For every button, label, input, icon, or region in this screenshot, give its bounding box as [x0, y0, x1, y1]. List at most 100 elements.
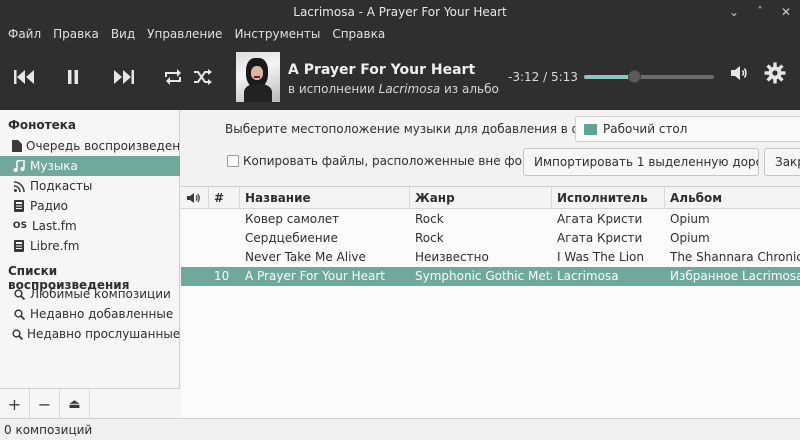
cell-artist: I Was The Lion	[557, 250, 644, 264]
next-icon	[114, 70, 134, 84]
menu-control[interactable]: Управление	[147, 27, 222, 41]
copy-files-label: Копировать файлы, расположенные вне фоно…	[243, 154, 567, 168]
sidebar-item-favorites[interactable]: Любимые композиции	[0, 284, 180, 304]
now-playing-subtitle: в исполнении Lacrimosa из альбома ...	[288, 82, 500, 96]
cell-artist: Lacrimosa	[557, 269, 619, 283]
volume-icon	[731, 66, 747, 80]
table-row[interactable]: Сердцебиение Rock Агата Кристи Opium	[181, 229, 800, 248]
menu-file[interactable]: Файл	[8, 27, 41, 41]
folder-chooser-value: Рабочий стол	[603, 122, 688, 136]
cell-album: The Shannara Chronicles	[670, 250, 800, 264]
cell-title: Сердцебиение	[245, 231, 338, 245]
sidebar-item-recently-played[interactable]: Недавно прослушанные	[0, 324, 180, 344]
sidebar-item-recently-added[interactable]: Недавно добавленные	[0, 304, 180, 324]
cell-album: Opium	[670, 231, 710, 245]
sidebar-item-lastfm[interactable]: OS Last.fm	[0, 216, 180, 236]
next-track-button[interactable]	[110, 64, 136, 90]
copy-files-checkbox[interactable]: Копировать файлы, расположенные вне фоно…	[227, 154, 567, 168]
sidebar-item-librefm[interactable]: Libre.fm	[0, 236, 180, 256]
close-icon[interactable]: ✕	[780, 0, 792, 24]
remove-playlist-button[interactable]: −	[30, 389, 60, 419]
repeat-button[interactable]	[160, 64, 186, 90]
add-playlist-button[interactable]: +	[0, 389, 30, 419]
search-icon	[12, 287, 26, 301]
cell-number: 10	[214, 269, 230, 283]
sidebar-item-label: Подкасты	[30, 179, 93, 193]
search-icon	[12, 307, 26, 321]
cell-genre: Rock	[415, 231, 444, 245]
player-toolbar: A Prayer For Your Heart в исполнении Lac…	[0, 44, 800, 110]
cell-genre: Rock	[415, 212, 444, 226]
repeat-icon	[165, 69, 181, 85]
previous-icon	[14, 70, 34, 84]
pause-button[interactable]	[60, 64, 86, 90]
maximize-icon[interactable]: ˆ	[754, 0, 766, 24]
folder-icon	[584, 123, 597, 135]
menubar: Файл Правка Вид Управление Инструменты С…	[0, 24, 800, 44]
table-row-selected[interactable]: 10 A Prayer For Your Heart Symphonic Got…	[181, 267, 800, 286]
cell-album: Избранное Lacrimosa	[670, 269, 800, 283]
sidebar-item-label: Очередь воспроизведения	[26, 139, 196, 153]
sidebar-item-music[interactable]: Музыка	[0, 156, 180, 176]
folder-chooser[interactable]: Рабочий стол	[575, 116, 800, 142]
by-prefix: в исполнении	[288, 82, 379, 96]
sidebar-item-radio[interactable]: Радио	[0, 196, 180, 216]
sidebar-actions: + − ⏏	[0, 388, 180, 419]
track-table: # Название Жанр Исполнитель Альбом Ковер…	[181, 186, 800, 418]
column-header-artist[interactable]: Исполнитель	[552, 187, 665, 209]
seek-slider[interactable]	[584, 70, 714, 83]
import-button[interactable]: Импортировать 1 выделенную дорожку	[523, 148, 759, 176]
menu-help[interactable]: Справка	[332, 27, 385, 41]
now-playing-artist: Lacrimosa	[378, 82, 441, 96]
search-icon	[12, 327, 23, 341]
table-header: # Название Жанр Исполнитель Альбом	[181, 187, 800, 209]
table-row[interactable]: Ковер самолет Rock Агата Кристи Opium	[181, 210, 800, 229]
menu-view[interactable]: Вид	[111, 27, 135, 41]
sidebar-item-label: Любимые композиции	[30, 287, 171, 301]
window-titlebar: Lacrimosa - A Prayer For Your Heart ⌄ ˆ …	[0, 0, 800, 24]
settings-button[interactable]	[764, 62, 786, 87]
minimize-icon[interactable]: ⌄	[728, 0, 740, 24]
cell-number	[209, 210, 240, 229]
cell-artist: Агата Кристи	[557, 231, 643, 245]
cell-number	[209, 248, 240, 267]
sidebar-item-label: Музыка	[30, 159, 78, 173]
sidebar-item-queue[interactable]: Очередь воспроизведения	[0, 136, 195, 156]
gear-icon	[764, 62, 786, 84]
playing-column-header[interactable]	[181, 187, 209, 209]
sidebar-item-label: Last.fm	[32, 219, 77, 233]
playback-time: -3:12 / 5:13	[508, 70, 578, 84]
cell-genre: Неизвестно	[415, 250, 489, 264]
radio-icon	[12, 199, 26, 213]
cell-genre: Symphonic Gothic Metal	[415, 269, 552, 283]
seek-handle[interactable]	[628, 70, 642, 83]
previous-track-button[interactable]	[12, 64, 38, 90]
checkbox-box[interactable]	[227, 155, 239, 167]
cell-title: Never Take Me Alive	[245, 250, 366, 264]
sidebar-item-label: Libre.fm	[30, 239, 80, 253]
album-prefix: из альбома ...	[444, 82, 500, 96]
volume-icon	[187, 193, 200, 203]
sidebar-item-label: Недавно добавленные	[30, 307, 174, 321]
now-playing-title: A Prayer For Your Heart	[288, 62, 476, 78]
shuffle-button[interactable]	[190, 64, 216, 90]
volume-button[interactable]	[730, 64, 748, 85]
column-header-genre[interactable]: Жанр	[410, 187, 552, 209]
window-title: Lacrimosa - A Prayer For Your Heart	[293, 5, 507, 19]
menu-tools[interactable]: Инструменты	[234, 27, 320, 41]
eject-button[interactable]: ⏏	[60, 389, 90, 419]
column-header-album[interactable]: Альбом	[665, 187, 800, 209]
cell-title: A Prayer For Your Heart	[245, 269, 385, 283]
album-cover[interactable]	[236, 52, 280, 102]
close-import-button[interactable]: Закрыть	[764, 148, 800, 176]
sidebar-item-podcasts[interactable]: Подкасты	[0, 176, 180, 196]
menu-edit[interactable]: Правка	[53, 27, 99, 41]
status-bar: 0 композиций	[0, 418, 800, 440]
library-heading: Фонотека	[8, 118, 77, 132]
column-header-title[interactable]: Название	[240, 187, 410, 209]
cell-title: Ковер самолет	[245, 212, 340, 226]
sidebar: Фонотека Очередь воспроизведения Музыка …	[0, 110, 195, 419]
sidebar-item-label: Недавно прослушанные	[27, 327, 181, 341]
column-header-number[interactable]: #	[209, 187, 240, 209]
table-row[interactable]: Never Take Me Alive Неизвестно I Was The…	[181, 248, 800, 267]
